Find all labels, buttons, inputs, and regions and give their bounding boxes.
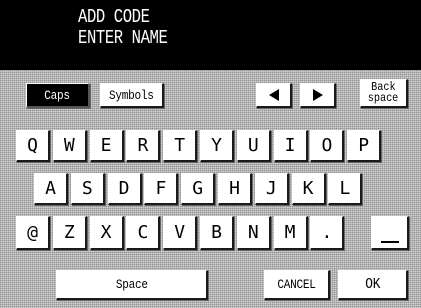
keyboard-panel: Caps Symbols Back space Space CANCEL OK … [0,70,421,308]
space-button[interactable]: Space [56,270,208,300]
space-label: Space [115,277,148,292]
caps-label: Caps [44,87,71,103]
key-z[interactable]: Z [52,216,87,250]
key-label: M [284,222,296,243]
key-r[interactable]: R [126,130,161,162]
key-p[interactable]: P [347,130,382,162]
key-v[interactable]: V [163,216,198,250]
key-k[interactable]: K [291,173,326,205]
key-b[interactable]: B [200,216,234,250]
caps-button[interactable]: Caps [26,83,90,108]
header-prompt: ENTER NAME [78,27,168,49]
backspace-button[interactable]: Back space [360,79,408,108]
display-header: ADD CODE ENTER NAME [0,0,421,70]
symbols-button[interactable]: Symbols [100,83,164,108]
key-c[interactable]: C [126,216,161,250]
key-label: Y [211,135,222,156]
key-label: H [229,178,240,199]
key-d[interactable]: D [107,173,142,205]
cancel-label: CANCEL [277,277,316,292]
key-at[interactable]: @ [16,216,50,250]
key-label: L [339,178,351,199]
left-arrow-icon [268,89,279,101]
underscore-key[interactable] [371,216,409,250]
key-label: . [321,222,333,243]
key-label: C [137,222,149,243]
right-arrow-icon [312,89,323,101]
key-label: F [155,178,167,199]
key-label: X [100,222,112,243]
cursor-right-button[interactable] [300,83,336,108]
key-label: N [247,222,259,243]
key-label: T [174,135,186,156]
key-label: J [265,178,277,199]
backspace-label-line2: space [368,91,399,105]
key-l[interactable]: L [328,173,363,205]
key-label: @ [27,222,38,243]
ok-label: OK [365,276,380,293]
key-i[interactable]: I [273,130,308,162]
key-period[interactable]: . [310,216,345,250]
key-label: Q [27,135,38,156]
key-label: D [118,178,130,199]
key-h[interactable]: H [218,173,252,205]
key-label: U [247,135,259,156]
cancel-button[interactable]: CANCEL [264,270,330,300]
key-label: R [137,135,149,156]
cursor-left-button[interactable] [256,83,292,108]
key-m[interactable]: M [273,216,308,250]
symbols-label: Symbols [109,87,154,103]
key-u[interactable]: U [236,130,271,162]
key-label: G [192,178,204,199]
key-label: S [81,178,93,199]
key-label: Z [63,222,75,243]
key-label: O [321,135,333,156]
key-f[interactable]: F [144,173,179,205]
key-label: A [45,178,56,199]
key-label: P [358,135,370,156]
key-y[interactable]: Y [200,130,234,162]
ok-button[interactable]: OK [338,270,408,300]
key-t[interactable]: T [163,130,198,162]
underscore-icon [380,240,399,243]
key-label: V [174,222,186,243]
key-n[interactable]: N [236,216,271,250]
key-j[interactable]: J [254,173,289,205]
keyboard-screen: ADD CODE ENTER NAME Caps Symbols Back sp… [0,0,421,308]
key-x[interactable]: X [89,216,124,250]
key-label: B [211,222,222,243]
key-q[interactable]: Q [16,130,50,162]
key-a[interactable]: A [34,173,68,205]
key-label: W [63,135,75,156]
key-label: E [100,135,112,156]
key-o[interactable]: O [310,130,345,162]
key-label: I [284,135,296,156]
key-g[interactable]: G [181,173,216,205]
key-w[interactable]: W [52,130,87,162]
key-label: K [302,178,314,199]
key-s[interactable]: S [70,173,105,205]
key-e[interactable]: E [89,130,124,162]
header-title: ADD CODE [78,6,150,28]
